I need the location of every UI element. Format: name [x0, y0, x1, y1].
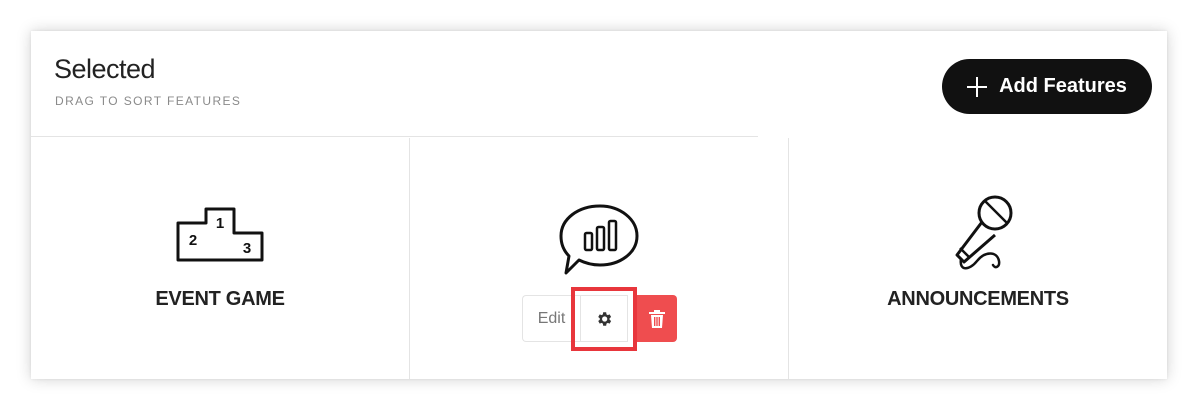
feature-label-announcements: ANNOUNCEMENTS	[887, 288, 1069, 310]
trash-icon	[649, 309, 665, 328]
microphone-icon	[955, 195, 1013, 270]
add-features-label: Add Features	[999, 75, 1127, 97]
settings-button[interactable]	[580, 295, 628, 342]
svg-text:3: 3	[243, 240, 251, 257]
delete-button[interactable]	[637, 295, 677, 342]
panel-header: Selected DRAG TO SORT FEATURES Add Featu…	[31, 31, 1167, 137]
add-features-button[interactable]: Add Features	[942, 59, 1152, 114]
page-title: Selected	[54, 54, 156, 84]
poll-speech-bubble-icon	[559, 204, 639, 275]
feature-card-poll[interactable]: Edit	[410, 138, 789, 379]
feature-card-announcements[interactable]: ANNOUNCEMENTS	[789, 138, 1167, 379]
edit-button[interactable]: Edit	[522, 295, 580, 342]
feature-card-event-game[interactable]: 1 2 3 EVENT GAME	[31, 138, 410, 379]
svg-text:1: 1	[216, 215, 224, 232]
header-divider	[31, 136, 758, 137]
selected-features-panel: Selected DRAG TO SORT FEATURES Add Featu…	[31, 31, 1167, 379]
svg-text:2: 2	[189, 232, 197, 249]
feature-label-event-game: EVENT GAME	[155, 288, 285, 310]
podium-icon: 1 2 3	[176, 207, 264, 262]
plus-icon	[967, 76, 988, 97]
page-subtitle: DRAG TO SORT FEATURES	[55, 94, 242, 108]
gear-icon	[598, 311, 612, 326]
features-grid: 1 2 3 EVENT GAME Edit ANNOUNCEMENTS	[31, 138, 1167, 379]
